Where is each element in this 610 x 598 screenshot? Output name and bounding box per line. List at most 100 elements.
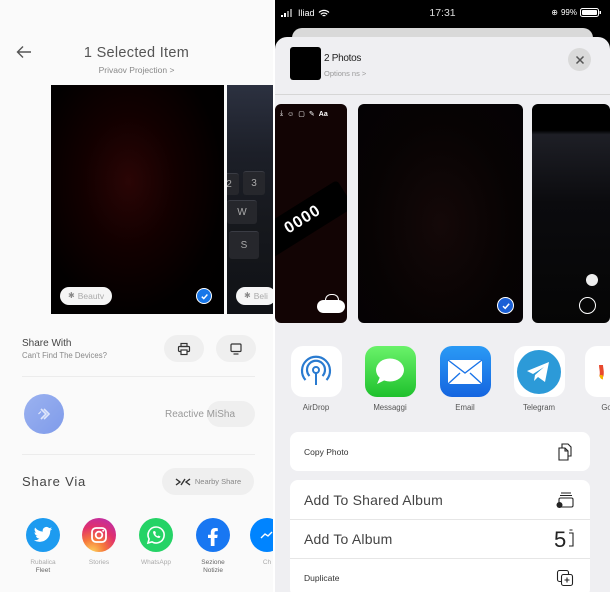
keyboard-key: S <box>229 231 259 259</box>
emoji-icon: ☺ <box>287 110 295 118</box>
cant-find-devices-link[interactable]: Can't Find The Devices? <box>22 351 107 360</box>
photo-thumbnail[interactable] <box>358 104 523 323</box>
battery-percent: 99% <box>560 8 577 17</box>
monitor-icon <box>230 342 242 355</box>
download-icon: ⤓ <box>280 110 284 117</box>
keyboard-key: 2 <box>227 173 239 195</box>
reactivate-mishare-button[interactable]: Reactive MiSha <box>165 401 255 427</box>
share-app-airdrop[interactable]: AirDrop <box>286 346 346 412</box>
divider <box>22 376 255 377</box>
beauty-icon: ✱ <box>68 291 75 300</box>
share-app-telegram[interactable]: Telegram <box>509 346 569 412</box>
action-group-copy: Copy Photo <box>290 432 590 471</box>
status-bar: Iliad 17:31 ⊕ 99% <box>275 0 610 28</box>
app-label: WhatsApp <box>141 559 171 566</box>
selection-thumbnail <box>290 47 321 80</box>
reactivate-label: Reactive MiSha <box>165 408 236 420</box>
story-sticker: 0000 <box>275 179 347 261</box>
app-label: Stories <box>88 559 110 566</box>
check-icon <box>200 293 208 300</box>
duplicate-icon <box>554 567 576 589</box>
keyboard-key: 3 <box>243 171 265 195</box>
print-button[interactable] <box>164 335 204 362</box>
ios-share-sheet-panel: Iliad 17:31 ⊕ 99% 2 Photos Options ns > <box>275 0 610 592</box>
cast-screen-button[interactable] <box>216 335 256 362</box>
action-duplicate[interactable]: Duplicate <box>290 558 590 592</box>
mishare-icon <box>38 408 51 420</box>
divider <box>275 94 610 95</box>
share-sheet: 2 Photos Options ns > ⤓ ☺ ▢ ✎ Aa 0000 Ai… <box>275 37 610 592</box>
share-apps-row: AirDrop Messaggi Email Telegram Go <box>275 346 610 416</box>
photo-thumbnail[interactable] <box>532 104 610 323</box>
svg-text:5: 5 <box>554 528 566 550</box>
telegram-icon <box>513 346 565 397</box>
draw-icon: ✎ <box>308 111 315 118</box>
selected-checkmark[interactable] <box>497 297 514 314</box>
text-tool-icon: Aa <box>318 110 328 118</box>
app-label: Rubalica <box>30 559 56 566</box>
app-label: Ch <box>262 559 272 566</box>
share-app-messages[interactable]: Messaggi <box>360 346 420 412</box>
share-with-title: Share With <box>22 338 72 349</box>
app-label: Messaggi <box>373 403 407 412</box>
nearby-share-icon <box>175 477 191 486</box>
story-edit-tools: ⤓ ☺ ▢ ✎ Aa <box>280 110 328 118</box>
share-app-email[interactable]: Email <box>435 346 495 412</box>
beauty-icon: ✱ <box>244 291 251 300</box>
divider <box>22 454 255 455</box>
unselected-circle[interactable] <box>579 297 596 314</box>
share-app-twitter[interactable]: Rubalica Fleet <box>15 518 71 575</box>
share-app-messenger[interactable]: Ch <box>239 518 273 567</box>
selected-checkmark[interactable] <box>196 288 212 304</box>
photo-thumbnail[interactable]: 2 3 W S ✱ Beli <box>227 85 273 314</box>
sheet-title: 2 Photos <box>324 53 362 64</box>
share-app-facebook[interactable]: Sezione Notizie <box>185 518 241 575</box>
app-label: Goo- <box>601 403 610 412</box>
app-label-line2: Fleet <box>35 567 51 574</box>
beauty-label: Beli <box>253 291 268 301</box>
app-label: Telegram <box>522 403 556 412</box>
google-icon <box>584 346 610 397</box>
check-icon <box>501 302 510 309</box>
android-share-panel: 1 Selected Item Privaov Projection > ✱ B… <box>0 0 273 592</box>
copy-icon <box>554 441 576 463</box>
airdrop-icon <box>290 346 342 397</box>
action-add-to-album[interactable]: Add To Album 5 <box>290 519 590 558</box>
action-label: Add To Shared Album <box>304 491 443 508</box>
close-icon <box>575 55 584 64</box>
live-photo-badge <box>586 274 598 286</box>
facebook-icon <box>196 518 230 552</box>
beauty-button[interactable]: ✱ Beli <box>236 287 273 305</box>
beauty-label: Beautv <box>77 291 105 301</box>
printer-icon <box>177 342 191 355</box>
nearby-share-button[interactable]: Nearby Share <box>162 468 254 495</box>
action-copy-photo[interactable]: Copy Photo <box>290 432 590 471</box>
mishare-button[interactable] <box>24 394 64 434</box>
action-group-album: Add To Shared Album Add To Album 5 Dupli… <box>290 480 590 592</box>
share-app-instagram[interactable]: Stories <box>71 518 127 567</box>
shared-album-icon <box>554 489 576 511</box>
battery-icon <box>580 8 601 17</box>
close-button[interactable] <box>568 48 591 71</box>
photo-thumbnail[interactable]: ✱ Beautv <box>51 85 224 314</box>
privacy-protection-link[interactable]: Privaov Projection > <box>0 65 273 75</box>
page-title: 1 Selected Item <box>83 45 190 61</box>
action-label: Add To Album <box>304 531 393 547</box>
beauty-button[interactable]: ✱ Beautv <box>60 287 113 305</box>
options-link[interactable]: Options ns > <box>324 69 366 78</box>
photo-thumbnail[interactable]: ⤓ ☺ ▢ ✎ Aa 0000 <box>275 104 347 323</box>
share-via-title: Share Via <box>22 474 87 489</box>
action-add-to-shared-album[interactable]: Add To Shared Album <box>290 480 590 519</box>
album-icon: 5 <box>554 528 576 550</box>
orientation-lock-icon: ⊕ <box>551 8 558 17</box>
instagram-icon <box>82 518 116 552</box>
sheet-header: 2 Photos Options ns > <box>275 37 610 94</box>
share-app-google[interactable]: Goo- <box>580 346 610 412</box>
action-label: Copy Photo <box>304 446 349 457</box>
sticker-icon: ▢ <box>298 111 305 118</box>
status-right: ⊕ 99% <box>551 8 602 17</box>
share-app-whatsapp[interactable]: WhatsApp <box>128 518 184 567</box>
app-label-line2: Notizie <box>203 567 223 574</box>
messages-icon <box>364 346 416 397</box>
nearby-share-label: Nearby Share <box>194 477 242 486</box>
